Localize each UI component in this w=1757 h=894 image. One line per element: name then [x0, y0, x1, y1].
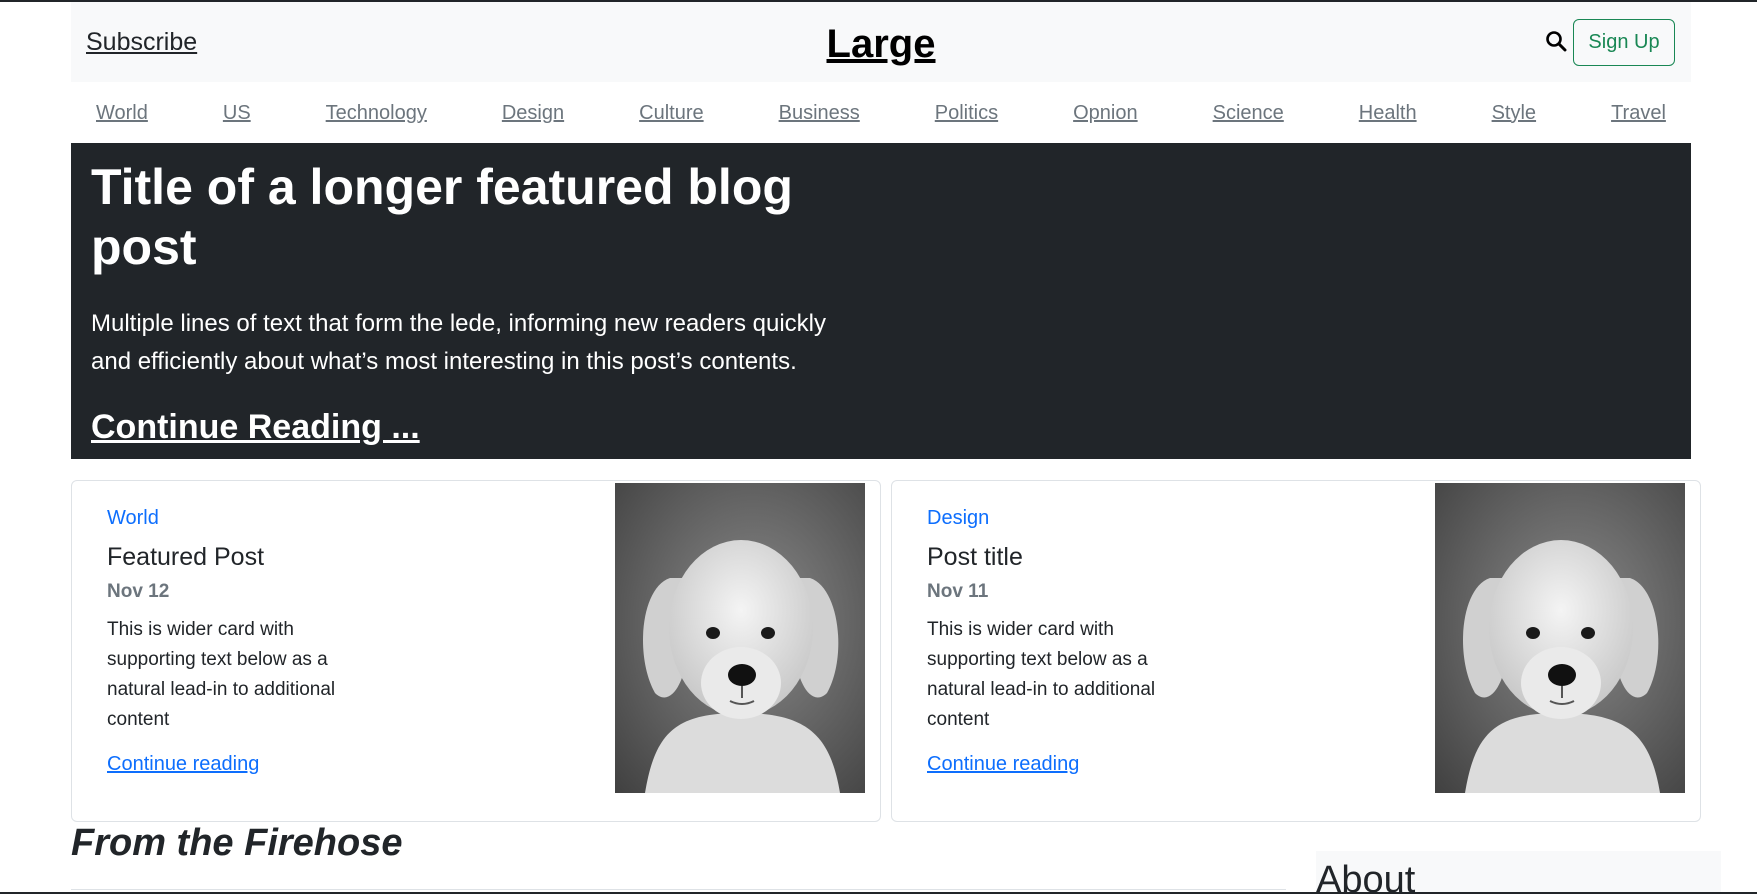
section-divider — [71, 889, 1286, 890]
card-category: World — [107, 507, 159, 529]
card-title: Featured Post — [107, 543, 265, 571]
card-continue-link[interactable]: Continue reading — [107, 753, 259, 776]
post-card: Design Post title Nov 11 This is wider c… — [891, 480, 1701, 822]
card-text: This is wider card with supporting text … — [927, 619, 1156, 730]
card-date: Nov 12 — [107, 581, 170, 602]
puppy-thumbnail — [615, 483, 865, 793]
nav-item-technology[interactable]: Technology — [326, 102, 427, 125]
card-continue-link[interactable]: Continue reading — [927, 753, 1079, 776]
featured-hero: Title of a longer featured blog post Mul… — [71, 143, 1691, 459]
nav-item-politics[interactable]: Politics — [935, 102, 998, 125]
nav-item-world[interactable]: World — [96, 102, 148, 125]
post-card: World Featured Post Nov 12 This is wider… — [71, 480, 881, 822]
card-category: Design — [927, 507, 990, 529]
nav-item-us[interactable]: US — [223, 102, 251, 125]
nav-item-design[interactable]: Design — [502, 102, 564, 125]
puppy-thumbnail — [1435, 483, 1685, 793]
nav-item-business[interactable]: Business — [779, 102, 860, 125]
card-title: Post title — [927, 543, 1023, 571]
hero-continue-link[interactable]: Continue Reading ... — [91, 408, 420, 447]
card-text: This is wider card with supporting text … — [107, 619, 336, 730]
nav-item-science[interactable]: Science — [1213, 102, 1284, 125]
sign-up-button[interactable]: Sign Up — [1573, 19, 1675, 66]
nav-item-health[interactable]: Health — [1359, 102, 1417, 125]
firehose-heading: From the Firehose — [71, 822, 403, 864]
site-brand-text[interactable]: Large — [827, 22, 936, 66]
search-icon[interactable] — [1545, 30, 1567, 52]
about-sidebar: About — [1316, 851, 1721, 894]
hero-title: Title of a longer featured blog post — [91, 159, 793, 275]
card-date: Nov 11 — [927, 581, 989, 602]
nav-item-travel[interactable]: Travel — [1611, 102, 1666, 125]
site-brand[interactable]: Large — [71, 22, 1691, 67]
nav-item-style[interactable]: Style — [1492, 102, 1536, 125]
category-nav: World US Technology Design Culture Busin… — [71, 82, 1691, 144]
hero-lede: Multiple lines of text that form the led… — [91, 310, 827, 375]
nav-item-opinion[interactable]: Opnion — [1073, 102, 1138, 125]
nav-item-culture[interactable]: Culture — [639, 102, 703, 125]
about-heading: About — [1316, 859, 1416, 894]
site-header: Subscribe Large Sign Up — [71, 2, 1691, 82]
